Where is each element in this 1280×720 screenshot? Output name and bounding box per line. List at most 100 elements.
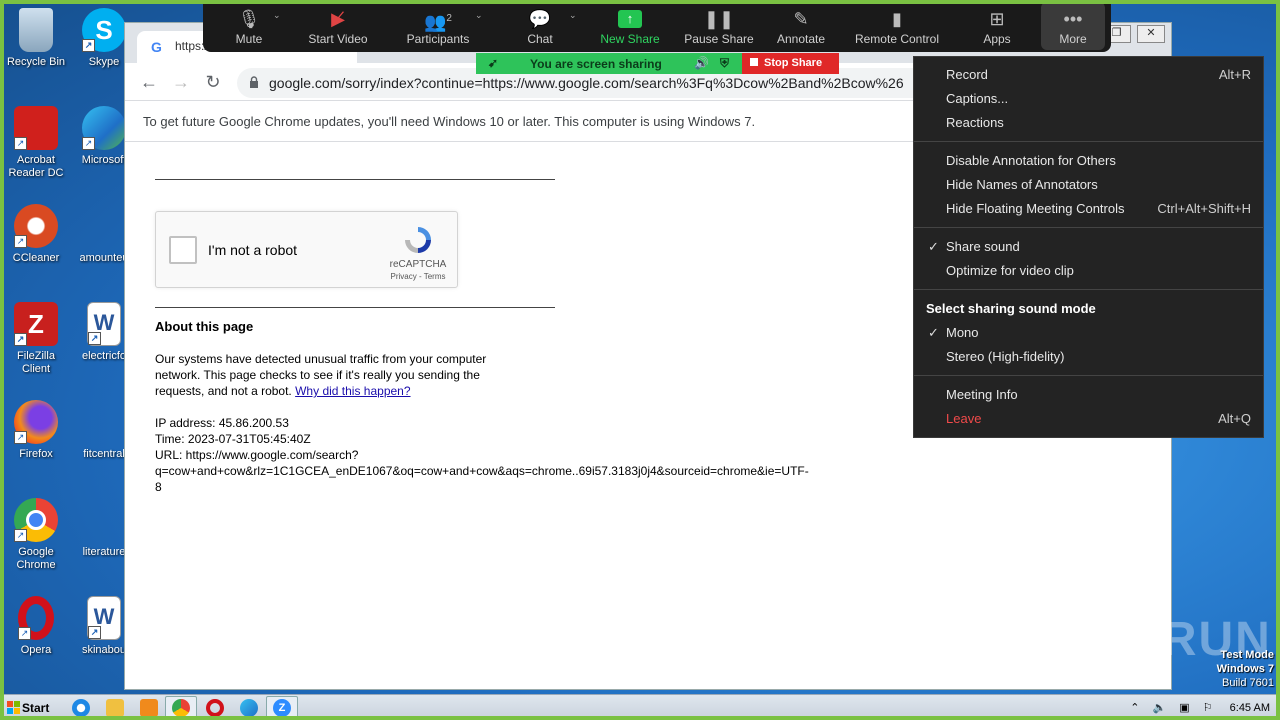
new-share-label: New Share [600,32,660,46]
menu-item-meeting-info[interactable]: Meeting Info [914,383,1263,407]
reload-icon[interactable]: ↻ [201,71,225,95]
menu-item-record[interactable]: Record Alt+R [914,63,1263,87]
desktop-icon-label: skinabou [81,644,127,656]
firefox-icon: ↗ [14,400,58,444]
desktop-icon-label: Skype [88,56,120,68]
ellipsis-icon: ••• [1063,9,1083,29]
desktop-icon-opera[interactable]: ↗ Opera [2,596,70,657]
edge-icon[interactable] [240,699,258,717]
menu-item-disable-annotation[interactable]: Disable Annotation for Others [914,149,1263,173]
chat-button[interactable]: 💬 Chat [517,0,563,52]
participants-label: Participants [406,32,470,46]
robot-checkbox[interactable] [169,236,197,264]
start-video-button[interactable]: ▶̸ Start Video [301,0,375,52]
flag-icon[interactable]: ⚐ [1203,702,1213,714]
chrome-icon [172,699,190,717]
word-doc-icon: W ↗ [87,596,121,640]
menu-item-leave[interactable]: Leave Alt+Q [914,407,1263,431]
more-label: More [1059,32,1087,46]
windows-logo-icon [7,701,20,714]
menu-item-reactions[interactable]: Reactions [914,111,1263,135]
menu-item-captions[interactable]: Captions... [914,87,1263,111]
participants-count: 2 [446,13,452,24]
shield-icon: ⛨ [720,56,730,70]
apps-button[interactable]: ⊞ Apps [979,0,1015,52]
sharing-status: You are screen sharing [530,57,662,71]
chevron-down-icon[interactable]: ⌄ [273,10,281,21]
checkmark-icon: ✓ [928,239,939,254]
desktop-icon-recycle-bin[interactable]: Recycle Bin [2,8,70,69]
menu-item-hide-controls[interactable]: Hide Floating Meeting Controls Ctrl+Alt+… [914,197,1263,221]
zoom-icon: Z [273,699,291,717]
participants-button[interactable]: 👥2 Participants [403,0,473,52]
internet-explorer-icon[interactable] [72,699,90,717]
menu-item-label: Disable Annotation for Others [946,153,1116,168]
menu-item-label: Captions... [946,91,1009,106]
pause-share-button[interactable]: ❚❚ Pause Share [683,0,755,52]
desktop-icon-label: Opera [20,644,52,656]
desktop-icon-acrobat[interactable]: ↗ Acrobat Reader DC [2,106,70,180]
desktop-icon-label: Recycle Bin [6,56,66,68]
clock[interactable]: 6:45 AM [1230,702,1270,714]
filezilla-icon: Z ↗ [14,302,58,346]
folder-icon[interactable] [106,699,124,717]
desktop-icon-filezilla[interactable]: Z ↗ FileZilla Client [2,302,70,376]
desktop-icon-ccleaner[interactable]: ↗ CCleaner [2,204,70,265]
recaptcha-logo-icon [405,227,431,253]
new-share-button[interactable]: ↑ New Share [599,0,661,52]
screen-sharing-bar[interactable]: ➹ You are screen sharing 🔊 ⛨ [476,53,742,74]
menu-divider [914,227,1263,228]
chrome-icon: ↗ [14,498,58,542]
menu-item-mono[interactable]: ✓ Mono [914,321,1263,345]
stop-share-label: Stop Share [764,57,823,69]
google-favicon-icon: G [151,39,162,55]
pause-share-label: Pause Share [684,32,754,46]
desktop-icon-label: amounteu [79,252,129,264]
desktop-icon-chrome[interactable]: ↗ Google Chrome [2,498,70,572]
edge-icon: ↗ [82,106,126,150]
url-line: q=cow+and+cow&rlz=1C1GCEA_enDE1067&oq=co… [155,464,809,478]
menu-item-hide-names[interactable]: Hide Names of Annotators [914,173,1263,197]
more-button[interactable]: ••• More [1041,2,1105,50]
skype-icon: S ↗ [82,8,126,52]
recaptcha-widget: I'm not a robot reCAPTCHA Privacy - Term… [155,211,458,288]
close-button[interactable]: ✕ [1137,25,1165,43]
divider [155,307,555,308]
menu-item-stereo[interactable]: Stereo (High-fidelity) [914,345,1263,369]
volume-icon[interactable]: 🔈 [1152,702,1166,714]
infobar-text: To get future Google Chrome updates, you… [143,114,756,129]
chevron-down-icon[interactable]: ⌄ [569,10,577,21]
menu-item-label: Stereo (High-fidelity) [946,349,1065,364]
stop-share-button[interactable]: Stop Share [742,53,839,74]
opera-icon[interactable] [206,699,224,717]
forward-arrow-icon[interactable]: → [169,71,193,95]
chat-icon: 💬 [528,9,552,29]
back-arrow-icon[interactable]: ← [137,71,161,95]
menu-item-optimize-video[interactable]: Optimize for video clip [914,259,1263,283]
network-icon[interactable]: ▣ [1179,702,1189,714]
desktop-icon-label: Firefox [19,448,53,460]
about-heading: About this page [155,319,254,334]
participants-icon: 👥2 [424,12,452,32]
desktop-icon-firefox[interactable]: ↗ Firefox [2,400,70,461]
remote-control-button[interactable]: ▮ Remote Control [851,0,943,52]
recaptcha-terms-link[interactable]: Privacy - Terms [388,272,448,281]
menu-item-label: Hide Floating Meeting Controls [946,201,1125,216]
start-button[interactable]: Start [4,698,54,718]
mute-button[interactable]: 🎙 Mute [225,0,273,52]
stop-icon [750,58,758,66]
share-arrow-icon: ↑ [618,10,642,28]
url-line: 8 [155,480,162,494]
menu-divider [914,289,1263,290]
menu-item-share-sound[interactable]: ✓ Share sound [914,235,1263,259]
chat-label: Chat [527,32,553,46]
tray-arrow-icon[interactable]: ⌃ [1130,702,1139,714]
ccleaner-icon: ↗ [14,204,58,248]
menu-item-label: Leave [946,411,982,426]
menu-item-label: Optimize for video clip [946,263,1074,278]
why-link[interactable]: Why did this happen? [295,384,410,398]
annotate-button[interactable]: ✎ Annotate [773,0,829,52]
desktop-icon-label: electricfo [81,350,127,362]
chevron-down-icon[interactable]: ⌄ [475,10,483,21]
media-player-icon[interactable] [140,699,158,717]
